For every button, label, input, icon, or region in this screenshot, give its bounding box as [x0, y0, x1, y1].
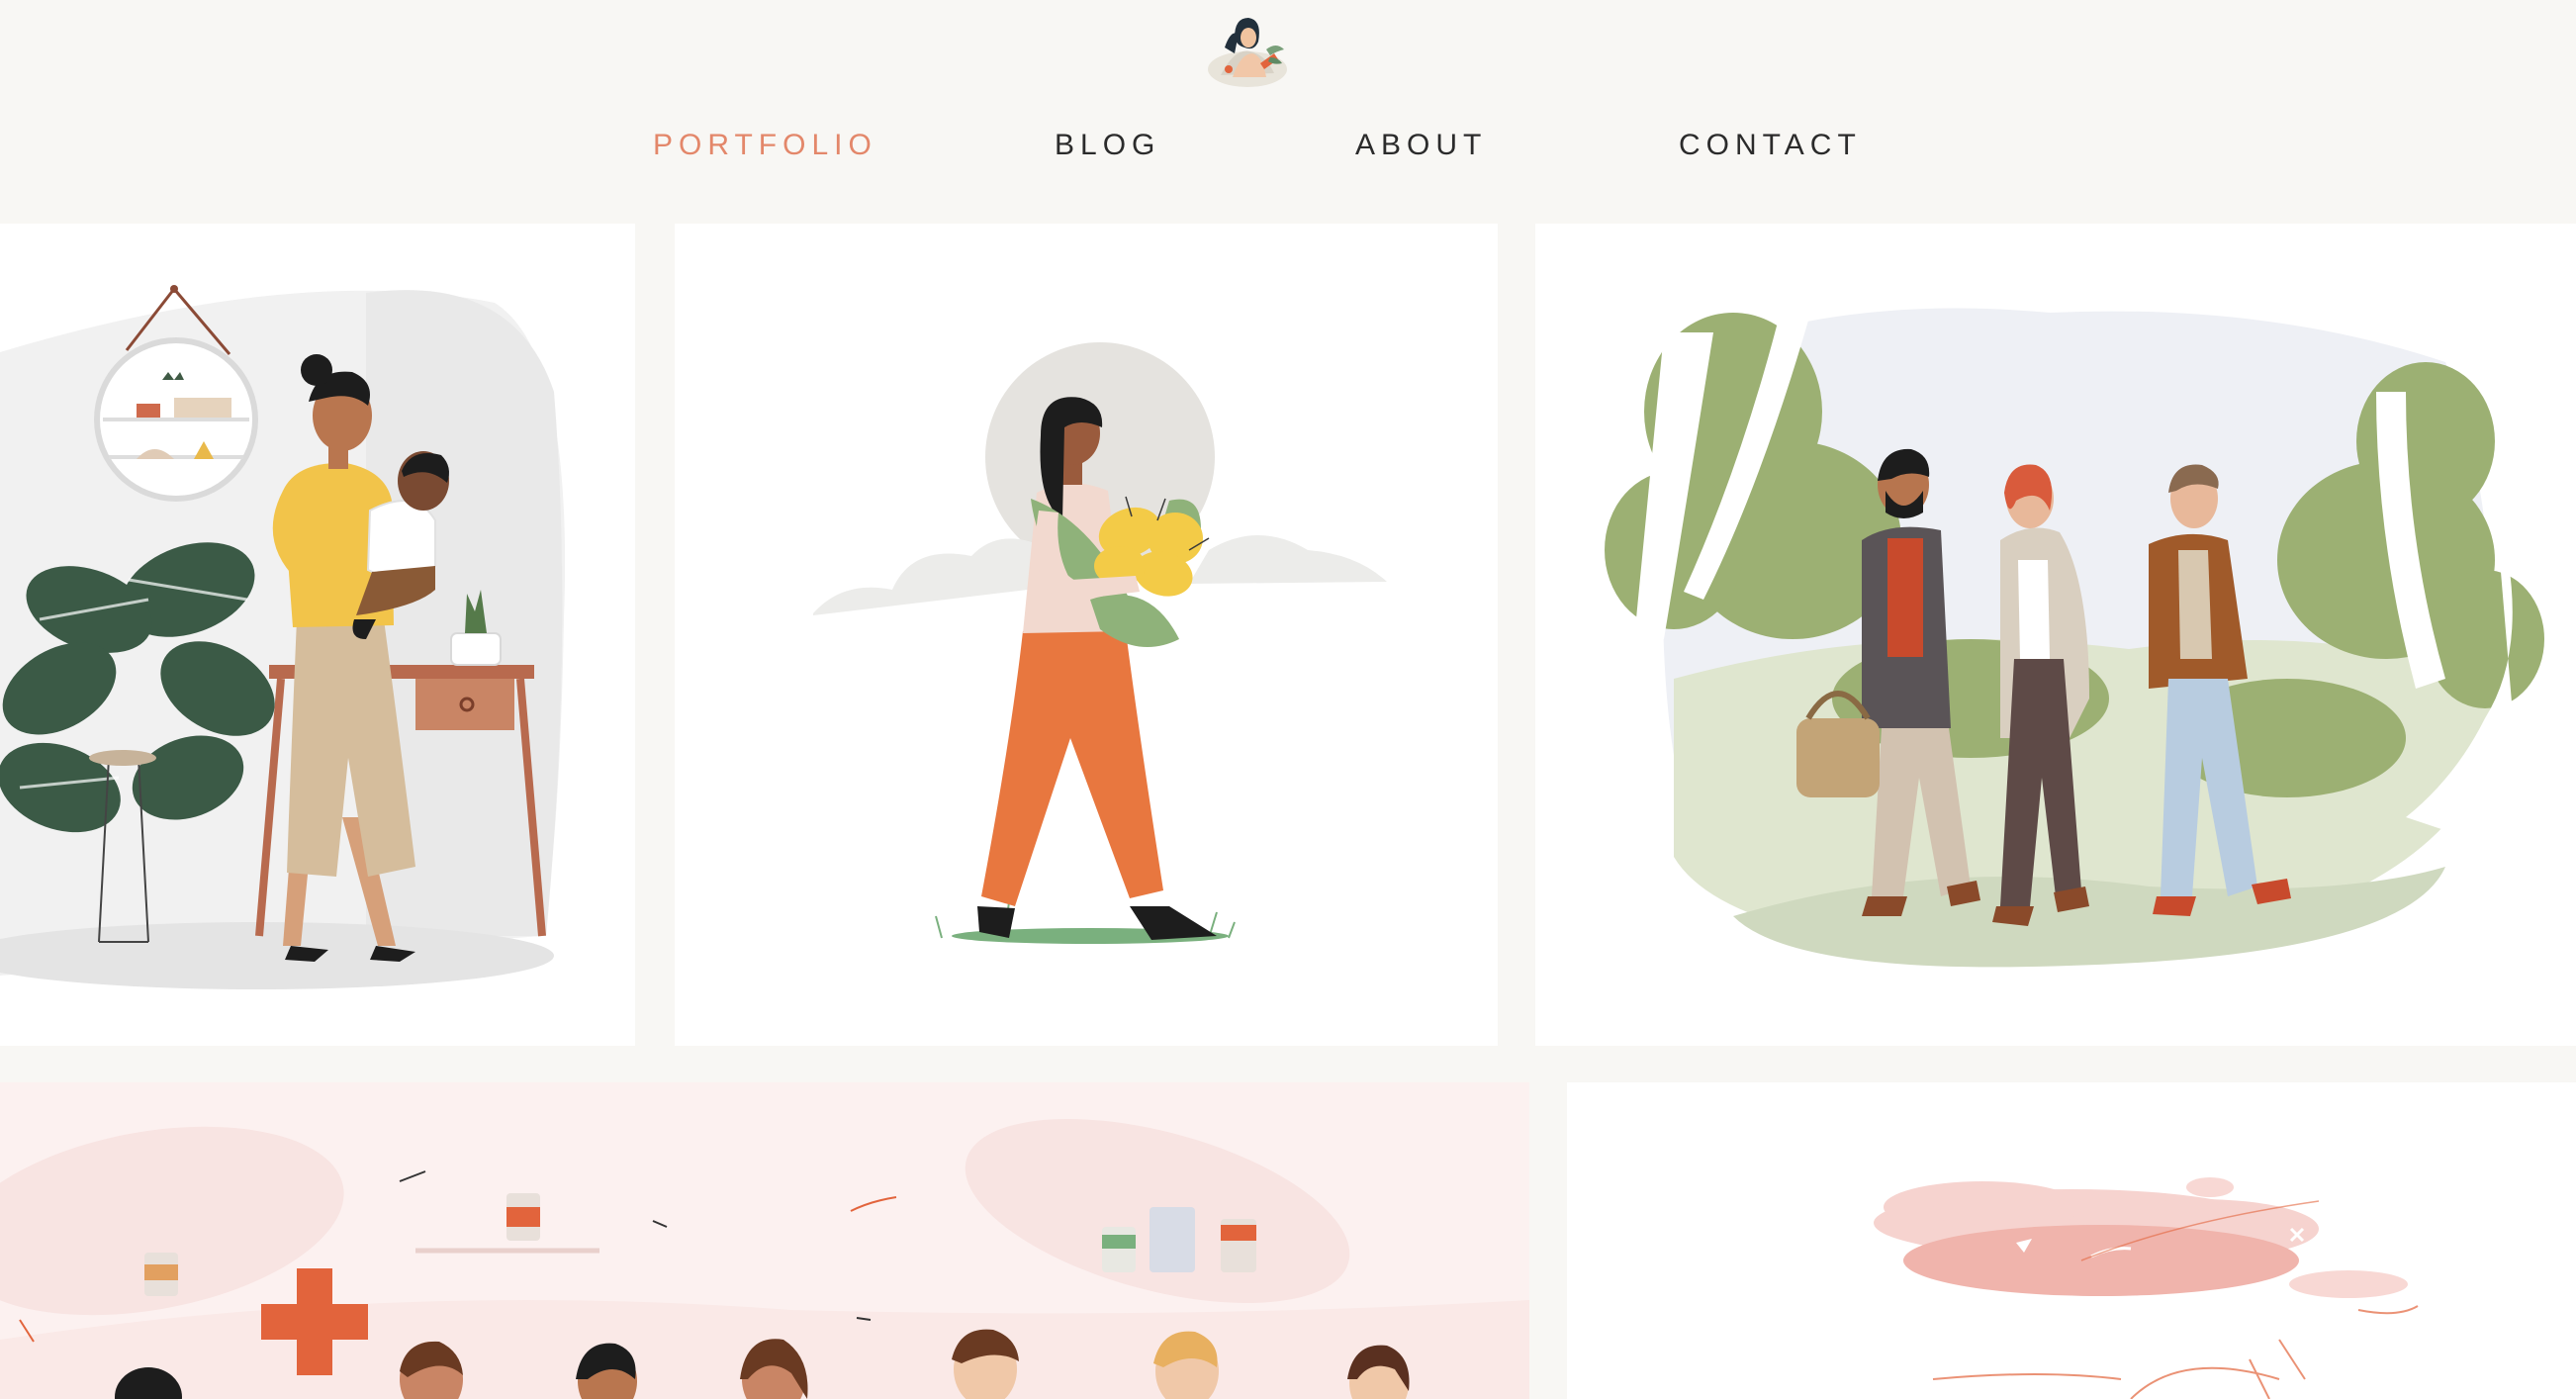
nav-about[interactable]: ABOUT: [1355, 129, 1487, 168]
main-nav: PORTFOLIO BLOG ABOUT CONTACT: [0, 119, 2576, 178]
pink-clouds-illustration: [1874, 1177, 2419, 1399]
portfolio-tile-medical[interactable]: [0, 1082, 1529, 1399]
nav-portfolio[interactable]: PORTFOLIO: [653, 129, 877, 168]
portfolio-tile-flowers[interactable]: [675, 224, 1498, 1046]
portfolio-tile-pink-clouds[interactable]: [1567, 1082, 2576, 1399]
medical-team-illustration: [0, 1118, 1529, 1399]
portfolio-page: PORTFOLIO BLOG ABOUT CONTACT: [0, 0, 2576, 1399]
three-friends-walking-illustration: [1605, 303, 2544, 968]
mother-with-baby-illustration: [0, 285, 566, 989]
nav-contact[interactable]: CONTACT: [1679, 129, 1862, 168]
nav-blog[interactable]: BLOG: [1055, 129, 1160, 168]
illustrator-avatar-icon: [1208, 18, 1287, 87]
portfolio-tile-walking-friends[interactable]: [1535, 224, 2576, 1046]
woman-with-flowers-illustration: [813, 342, 1387, 944]
portfolio-tile-mother[interactable]: [0, 224, 635, 1046]
site-logo[interactable]: [1205, 8, 1290, 89]
